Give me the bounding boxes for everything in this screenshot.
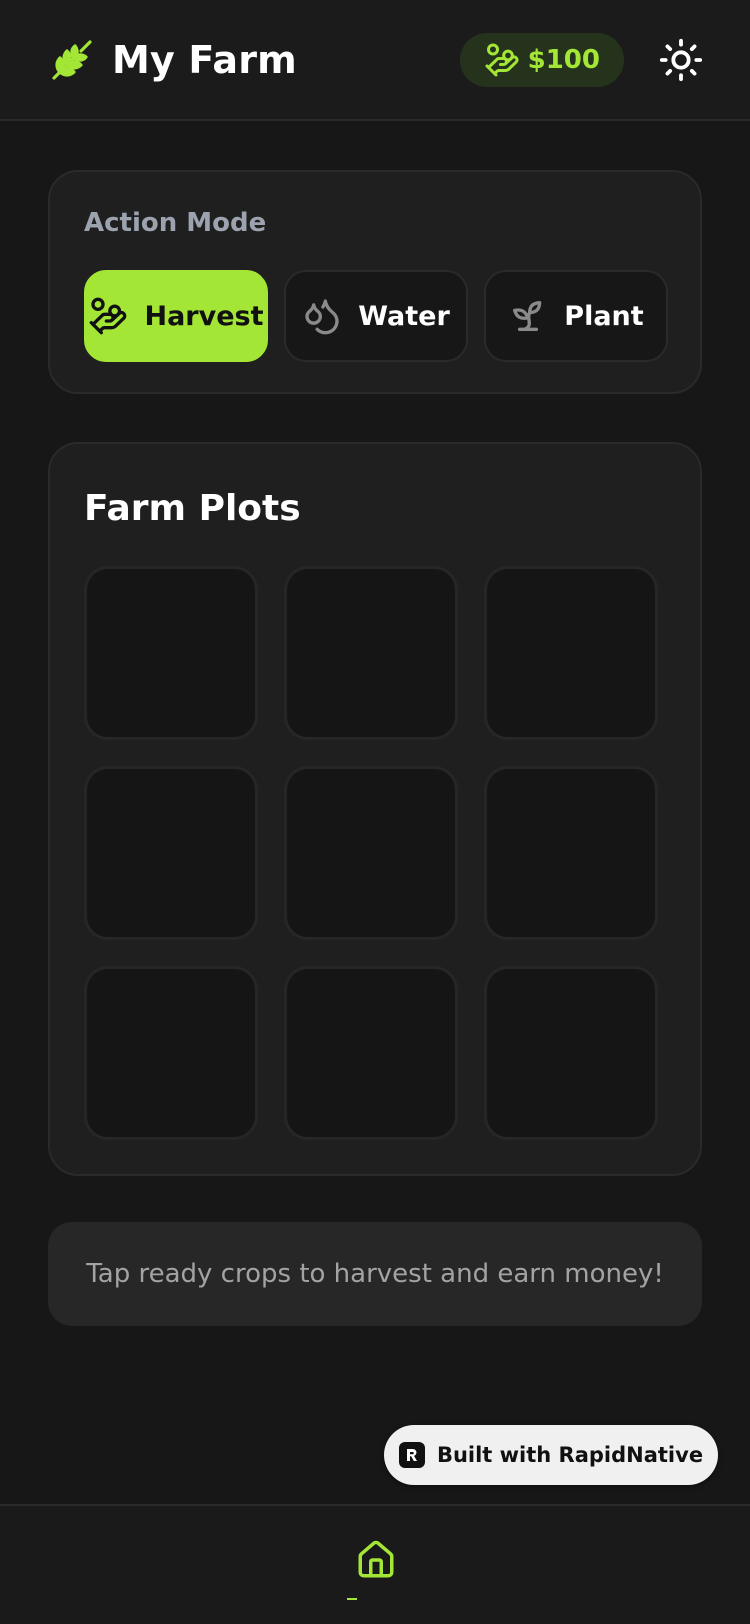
action-mode-label: Action Mode — [84, 208, 267, 238]
home-icon[interactable] — [355, 1536, 397, 1584]
app-header: My Farm $100 — [0, 0, 750, 121]
mode-plant-label: Plant — [564, 300, 644, 332]
plot-5[interactable] — [284, 766, 458, 940]
plot-3[interactable] — [484, 566, 658, 740]
tab-active-indicator — [347, 1598, 357, 1600]
money-amount: $100 — [527, 44, 600, 75]
sun-icon[interactable] — [658, 37, 704, 83]
droplets-icon — [302, 296, 342, 336]
plot-6[interactable] — [484, 766, 658, 940]
mode-water-button[interactable]: Water — [284, 270, 468, 362]
page-title: My Farm — [112, 37, 297, 82]
plot-2[interactable] — [284, 566, 458, 740]
sprout-icon — [508, 296, 548, 336]
mode-plant-button[interactable]: Plant — [484, 270, 668, 362]
mode-harvest-button[interactable]: Harvest — [84, 270, 268, 362]
money-badge: $100 — [459, 32, 624, 87]
plot-1[interactable] — [84, 566, 258, 740]
plot-4[interactable] — [84, 766, 258, 940]
built-with-label: Built with RapidNative — [436, 1443, 704, 1467]
plots-grid — [84, 566, 658, 1140]
hint-text: Tap ready crops to harvest and earn mone… — [86, 1259, 664, 1289]
plot-7[interactable] — [84, 966, 258, 1140]
rapidnative-logo-icon — [398, 1442, 425, 1468]
plot-8[interactable] — [284, 966, 458, 1140]
mode-harvest-label: Harvest — [144, 300, 264, 332]
action-mode-card: Action Mode Harvest Water Plant — [48, 170, 702, 394]
brand: My Farm — [48, 36, 297, 84]
built-with-badge[interactable]: Built with RapidNative — [384, 1425, 718, 1485]
action-mode-selector: Harvest Water Plant — [84, 270, 668, 362]
hand-coins-icon — [484, 42, 520, 78]
wheat-icon — [48, 36, 96, 84]
bottom-tab-bar — [0, 1504, 750, 1624]
hand-harvest-icon — [88, 296, 128, 336]
plot-9[interactable] — [484, 966, 658, 1140]
hint-banner: Tap ready crops to harvest and earn mone… — [48, 1222, 702, 1326]
farm-plots-card: Farm Plots — [48, 442, 702, 1176]
app-root: My Farm $100 Action Mode Harvest Water P… — [0, 0, 750, 1624]
mode-water-label: Water — [358, 300, 450, 332]
farm-plots-title: Farm Plots — [84, 488, 301, 529]
